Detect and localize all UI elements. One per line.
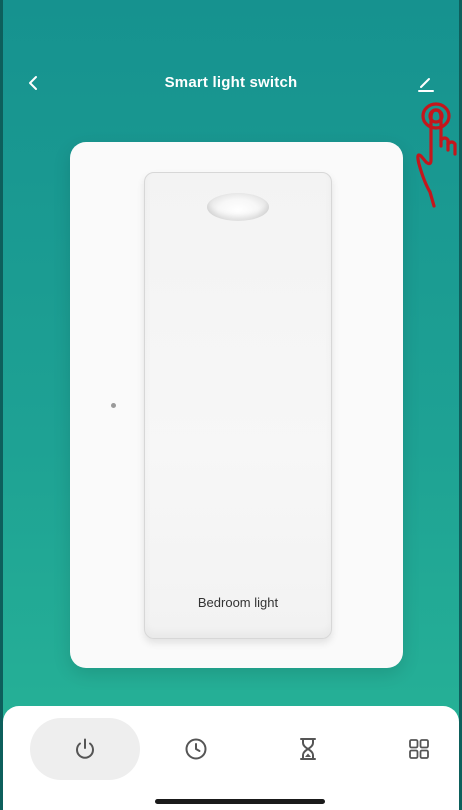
- power-icon: [76, 738, 94, 759]
- pencil-icon: [418, 78, 434, 92]
- tab-more[interactable]: [364, 718, 462, 780]
- clock-icon: [185, 738, 207, 760]
- page-title: Smart light switch: [164, 74, 298, 91]
- switch-indicator: [207, 193, 269, 221]
- home-indicator: [155, 799, 325, 804]
- header-bar: Smart light switch: [0, 62, 462, 106]
- plate-dot: [111, 403, 116, 408]
- app-screen: Smart light switch Bedroom light: [0, 0, 462, 810]
- bottom-nav: [3, 706, 459, 810]
- edit-button[interactable]: [412, 70, 440, 98]
- tab-schedule[interactable]: [141, 718, 251, 780]
- tab-power[interactable]: [30, 718, 140, 780]
- switch-plate: Bedroom light: [70, 142, 403, 668]
- tab-timer[interactable]: [253, 718, 363, 780]
- device-frame-left: [0, 0, 3, 810]
- hourglass-icon: [300, 738, 316, 760]
- switch-label: Bedroom light: [197, 595, 279, 610]
- tap-hand-annotation-icon: [416, 102, 457, 208]
- grid-icon: [409, 739, 429, 759]
- light-switch-rocker[interactable]: Bedroom light: [144, 172, 332, 639]
